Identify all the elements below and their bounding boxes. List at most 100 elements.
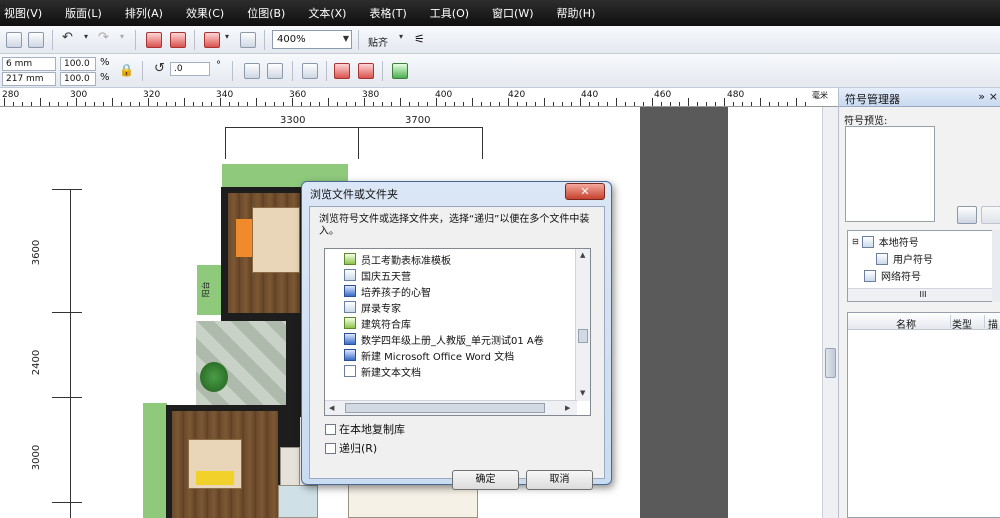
column-type[interactable]: 类型 — [952, 316, 972, 331]
scrollbar-thumb[interactable] — [825, 348, 836, 378]
menu-effects[interactable]: 效果(C) — [186, 5, 224, 21]
tree-item-network-symbols[interactable]: 网络符号 — [864, 268, 921, 283]
tree-item[interactable]: 培养孩子的心智 — [344, 283, 431, 299]
menu-arrange[interactable]: 排列(A) — [125, 5, 163, 21]
tree-horizontal-scrollbar[interactable]: III — [848, 288, 998, 301]
add-library-icon[interactable] — [957, 206, 977, 224]
copy-icon[interactable] — [6, 32, 22, 48]
scrollbar-thumb[interactable] — [345, 403, 545, 413]
menu-text[interactable]: 文本(X) — [308, 5, 346, 21]
tree-item-user-symbols[interactable]: 用户符号 — [876, 251, 933, 266]
object-height-field[interactable]: 217 mm — [2, 72, 56, 86]
to-front-icon[interactable] — [334, 63, 350, 79]
menu-table[interactable]: 表格(T) — [369, 5, 406, 21]
convert-to-curves-icon[interactable] — [392, 63, 408, 79]
column-description[interactable]: 描 — [988, 316, 998, 331]
ruler-tick — [382, 102, 383, 106]
ruler-tick — [220, 98, 221, 106]
wrap-text-icon[interactable] — [302, 63, 318, 79]
undo-icon[interactable]: ↶ — [62, 30, 73, 45]
dimension-top-1: 3300 — [280, 115, 306, 126]
paste-icon[interactable] — [28, 32, 44, 48]
scale-y-field[interactable]: 100.0 — [60, 72, 96, 86]
separator — [358, 30, 359, 50]
tree-item-selected[interactable]: 建筑符合库 — [344, 315, 411, 331]
scroll-up-icon[interactable]: ▲ — [580, 251, 585, 259]
import-icon[interactable] — [146, 32, 162, 48]
menu-view[interactable]: 视图(V) — [4, 5, 42, 21]
tree-item[interactable]: 国庆五天营 — [344, 267, 411, 283]
desktop-area — [640, 107, 728, 518]
ruler-tick — [364, 98, 365, 106]
mirror-horizontal-icon[interactable] — [244, 63, 260, 79]
camera-app-icon — [344, 301, 356, 313]
ruler-tick — [319, 102, 320, 106]
recursive-checkbox[interactable]: 递归(R) — [325, 440, 377, 456]
tree-item-local-symbols[interactable]: ⊟ 本地符号 — [852, 234, 919, 249]
zoom-level-combo[interactable]: 400% ▼ — [272, 30, 352, 49]
redo-icon[interactable]: ↷ — [98, 30, 109, 45]
scale-x-field[interactable]: 100.0 — [60, 57, 96, 71]
menu-tools[interactable]: 工具(O) — [430, 5, 469, 21]
snap-dropdown-icon[interactable]: ▾ — [399, 32, 403, 41]
symbol-preview-label: 符号预览: — [844, 116, 888, 127]
word-file-icon — [344, 333, 356, 345]
close-panel-button[interactable]: × — [989, 90, 998, 103]
ok-button[interactable]: 确定 — [452, 470, 519, 490]
tree-vertical-scrollbar[interactable] — [992, 230, 1000, 302]
symbol-library-tree[interactable]: ⊟ 本地符号 用户符号 网络符号 III — [847, 230, 998, 302]
scrollbar-thumb-grip[interactable]: III — [919, 290, 926, 299]
dialog-title: 浏览文件或文件夹 — [310, 188, 398, 201]
symbol-list[interactable]: 名称 类型 描 — [847, 312, 1000, 518]
copy-library-locally-checkbox[interactable]: 在本地复制库 — [325, 421, 405, 437]
scrollbar-thumb[interactable] — [578, 329, 588, 343]
tree-item[interactable]: 屏录专家 — [344, 299, 401, 315]
tree-item[interactable]: 新建文本文档 — [344, 363, 421, 379]
checkbox-box[interactable] — [325, 442, 336, 454]
remove-library-icon[interactable] — [981, 206, 1000, 224]
menu-bitmaps[interactable]: 位图(B) — [247, 5, 285, 21]
tree-item[interactable]: 数学四年级上册_人教版_单元测试01 A卷 — [344, 331, 544, 347]
menu-window[interactable]: 窗口(W) — [492, 5, 533, 21]
canvas-vertical-scrollbar[interactable] — [822, 107, 838, 518]
welcome-screen-icon[interactable] — [240, 32, 256, 48]
snap-to-button[interactable]: 贴齐 — [368, 34, 388, 49]
ruler-tick — [562, 102, 563, 106]
menu-layout[interactable]: 版面(L) — [65, 5, 102, 21]
mirror-vertical-icon[interactable] — [267, 63, 283, 79]
ruler-tick — [553, 102, 554, 106]
tree-item[interactable]: 新建 Microsoft Office Word 文档 — [344, 347, 514, 363]
ruler-tick — [616, 98, 617, 106]
options-icon[interactable]: ⚟ — [414, 32, 425, 46]
checkbox-box[interactable] — [325, 423, 336, 435]
scroll-left-icon[interactable]: ◀ — [329, 404, 334, 412]
to-back-icon[interactable] — [358, 63, 374, 79]
redo-dropdown-icon[interactable]: ▾ — [120, 32, 124, 41]
ruler-tick — [337, 102, 338, 106]
tree-item[interactable]: 员工考勤表标准模板 — [344, 251, 451, 267]
export-icon[interactable] — [170, 32, 186, 48]
scroll-right-icon[interactable]: ▶ — [565, 404, 570, 412]
scroll-down-icon[interactable]: ▼ — [580, 389, 585, 397]
rotation-icon[interactable]: ↺ — [154, 61, 165, 76]
folder-tree[interactable]: 员工考勤表标准模板 国庆五天营 培养孩子的心智 屏录专家 建筑符合库 数学四年级… — [324, 248, 591, 416]
undo-dropdown-icon[interactable]: ▾ — [84, 32, 88, 41]
object-width-field[interactable]: 6 mm — [2, 57, 56, 71]
tree-item-label: 员工考勤表标准模板 — [361, 255, 451, 267]
tree-vertical-scrollbar[interactable]: ▲ ▼ — [575, 249, 590, 401]
lock-ratio-icon[interactable]: 🔒 — [119, 63, 134, 77]
column-name[interactable]: 名称 — [896, 316, 916, 331]
dimension-left-2: 2400 — [31, 349, 43, 376]
separator — [326, 61, 327, 81]
rotation-angle-field[interactable]: .0 — [170, 62, 210, 76]
collapse-panel-button[interactable]: » — [978, 90, 985, 103]
ruler-tick — [724, 98, 725, 106]
symbol-list-header: 名称 类型 描 — [848, 313, 1000, 331]
cancel-button[interactable]: 取消 — [526, 470, 593, 490]
launcher-dropdown-icon[interactable]: ▾ — [225, 32, 229, 41]
ruler-tick — [418, 102, 419, 106]
menu-help[interactable]: 帮助(H) — [557, 5, 596, 21]
close-button[interactable]: ✕ — [565, 183, 605, 200]
tree-horizontal-scrollbar[interactable]: ◀ ▶ — [325, 400, 577, 415]
application-launcher-icon[interactable] — [204, 32, 220, 48]
